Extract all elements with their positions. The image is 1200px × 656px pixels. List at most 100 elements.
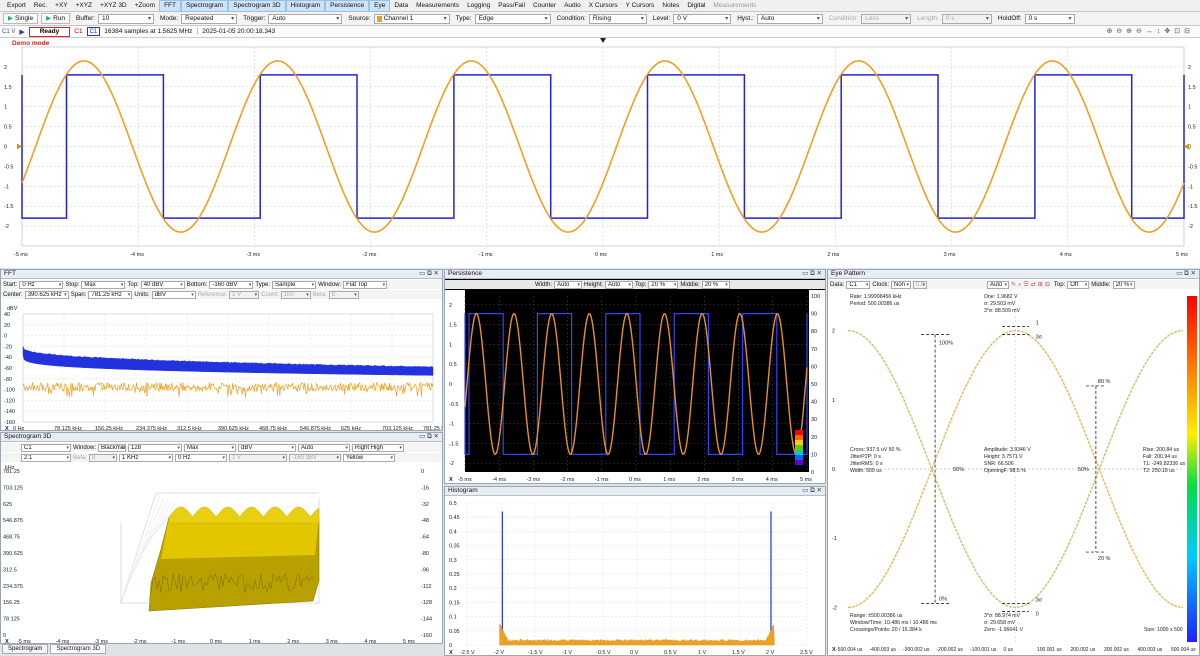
fft-center-input[interactable]: 390.625 kHz [25,291,69,299]
fft-reference-input[interactable]: 1 V [229,291,259,299]
channel-badge[interactable]: C1 [87,27,101,36]
spec3d-right-tick: -144 [421,617,432,623]
type-select[interactable]: Edge [475,14,551,24]
menu-item-spectrogram-3d[interactable]: Spectrogram 3D [228,0,285,12]
play-icon[interactable]: ▶ [19,28,24,36]
menu-item-fft[interactable]: FFT [159,0,181,12]
eye-plot[interactable]: 2 1 0 -1 -2 -500.004 us -400.003 us -300.002 us… [828,290,1200,656]
fft-x-tick: 78.125 kHz [54,426,82,431]
fft-window-select[interactable]: Flat Top [343,281,387,289]
buffer-select[interactable]: 10 [98,14,154,24]
tab-spectrogram-3d[interactable]: Spectrogram 3D [50,644,106,654]
fft-beta-input[interactable]: 8 [329,291,359,299]
fft-plot[interactable]: dBV40200-20-40-60-80-100-120-140-1600 Hz… [1,300,443,431]
menu-item-digital[interactable]: Digital [683,0,709,12]
fft-span-input[interactable]: 781.25 kHz [88,291,132,299]
source-select[interactable]: Channel 1 [374,14,450,24]
persistence-plot[interactable]: 21.510.50-0.5-1-1.5-21009080706050403020… [445,290,826,484]
persistence-top-select[interactable]: 20 % [648,281,678,289]
single-button[interactable]: ▶ Single [3,13,38,24]
spec3d-db-input[interactable]: -160 dBV [289,454,341,462]
length-input[interactable]: 0 s [942,14,992,24]
spec3d-hz-select[interactable]: 1 KHz [119,454,173,462]
eye-clock-select[interactable]: Non [891,281,911,289]
hyst-select[interactable]: Auto [757,14,823,24]
menu-item--xy[interactable]: +XY [51,0,71,12]
channel-color-icon [377,16,382,22]
spec3d-source-select[interactable]: C1 [21,444,71,452]
menu-item-counter[interactable]: Counter [529,0,560,12]
menu-item-audio[interactable]: Audio [560,0,585,12]
persistence-right-tick: 90 [811,312,817,318]
mode-select[interactable]: Repeated [181,14,237,24]
eye-clock-extra[interactable]: 0.0 [913,281,927,289]
spec3d-unit-select[interactable]: dBV [238,444,296,452]
fft-stop-label: Stop: [65,282,79,288]
run-button[interactable]: ▶ Run [41,13,70,24]
menu-item-export[interactable]: Export [3,0,30,12]
eye-label-3s-bot: 3σ [1036,597,1043,603]
histogram-window-buttons[interactable]: ▭ ⧉ ✕ [802,487,825,495]
fft-y-tick: -100 [4,388,15,394]
fft-type-select[interactable]: Sample [272,281,316,289]
menu-item-pass-fail[interactable]: Pass/Fail [494,0,529,12]
level-input[interactable]: 0 V [673,14,731,24]
holdoff-input[interactable]: 0 s [1025,14,1075,24]
menu-item-notes[interactable]: Notes [658,0,683,12]
eye-middle-select[interactable]: 20 % [1113,281,1135,289]
spec3d-window-buttons[interactable]: ▭ ⧉ ✕ [419,433,442,441]
eye-data-select[interactable]: C1 [846,281,870,289]
menu-item-measurements[interactable]: Measurements [412,0,463,12]
eye-top-select[interactable]: Off [1067,281,1089,289]
tab-spectrogram[interactable]: Spectrogram [2,644,48,654]
eye-rate-select[interactable]: Auto [987,281,1009,289]
persistence-middle-select[interactable]: 20 % [702,281,730,289]
menu-item-persistence[interactable]: Persistence [325,0,369,12]
zoom-icons[interactable]: ⊕⊖⊕⊖↔↕✥⊡⊟ [1106,27,1194,35]
spec3d-auto-select[interactable]: Auto [298,444,350,452]
persistence-window-buttons[interactable]: ▭ ⧉ ✕ [802,270,825,278]
spec3d-zero-select[interactable]: 0 Hz [175,454,227,462]
scope-plot[interactable]: 2 21.5 1.51 10.5 0.50 0-0.5 -0.5-1 -1-1.5 -1.5-2… [0,38,1200,268]
menu-item-y-cursors[interactable]: Y Cursors [622,0,659,12]
persistence-height-select[interactable]: Auto [605,281,633,289]
spec3d-ratio-select[interactable]: 2:1 [21,454,71,462]
spec3d-max-select[interactable]: Max [184,444,236,452]
spec3d-beta-input[interactable]: 8 [89,454,117,462]
eye-x-tick: 400.003 us [1138,647,1163,653]
eye-one-3sigma-text: 3*σ: 88.509 mV [984,308,1021,314]
menu-item--xyz-3d[interactable]: +XYZ 3D [96,0,131,12]
menu-item-rec-[interactable]: Rec. [30,0,51,12]
menu-item--zoom[interactable]: +Zoom [131,0,159,12]
menu-item-logging[interactable]: Logging [463,0,494,12]
spec3d-view-select[interactable]: Right High [352,444,404,452]
eye-tool-icons[interactable]: ✎⌕☰⇄⊞⊟ [1011,281,1052,289]
condition2-select[interactable]: Less [861,14,911,24]
menu-item-x-cursors[interactable]: X Cursors [585,0,622,12]
spec3d-volt-input[interactable]: 1 V [229,454,287,462]
spec3d-fft-select[interactable]: 128 [128,444,182,452]
fft-window-buttons[interactable]: ▭ ⧉ ✕ [419,270,442,278]
fft-stop-input[interactable]: Max [81,281,125,289]
histogram-plot[interactable]: 0.5 0.45 0.4 0.35 0.3 0.25 0.2 0.15 0.1 0.05 0 -2.5… [445,497,826,656]
trigger-select[interactable]: Auto [268,14,342,24]
fft-units-select[interactable]: dBV [152,291,196,299]
menu-item-eye[interactable]: Eye [369,0,390,12]
menu-item--xyz[interactable]: +XYZ [72,0,96,12]
spectrogram3d-plot[interactable]: kHz781.25703.125625546.875468.75390.6253… [1,463,443,644]
menu-item-measurements[interactable]: Measurements [709,0,760,12]
fft-bottom-input[interactable]: -160 dBV [209,281,253,289]
persistence-width-select[interactable]: Auto [554,281,582,289]
fft-start-input[interactable]: 0 Hz [19,281,63,289]
menu-item-histogram[interactable]: Histogram [286,0,326,12]
menu-item-data[interactable]: Data [390,0,412,12]
spec3d-y-tick: 703.125 [3,485,23,491]
eye-window-buttons[interactable]: ▭ ⧉ ✕ [1176,270,1199,278]
spec3d-window-select[interactable]: Blackman [98,444,126,452]
menu-item-spectrogram[interactable]: Spectrogram [181,0,228,12]
scope-y-tick-right: -1 [1188,184,1193,190]
condition-select[interactable]: Rising [589,14,647,24]
spec3d-color-select[interactable]: Yellow [343,454,395,462]
fft-count-input[interactable]: 100 [281,291,311,299]
fft-top-input[interactable]: 40 dBV [141,281,185,289]
